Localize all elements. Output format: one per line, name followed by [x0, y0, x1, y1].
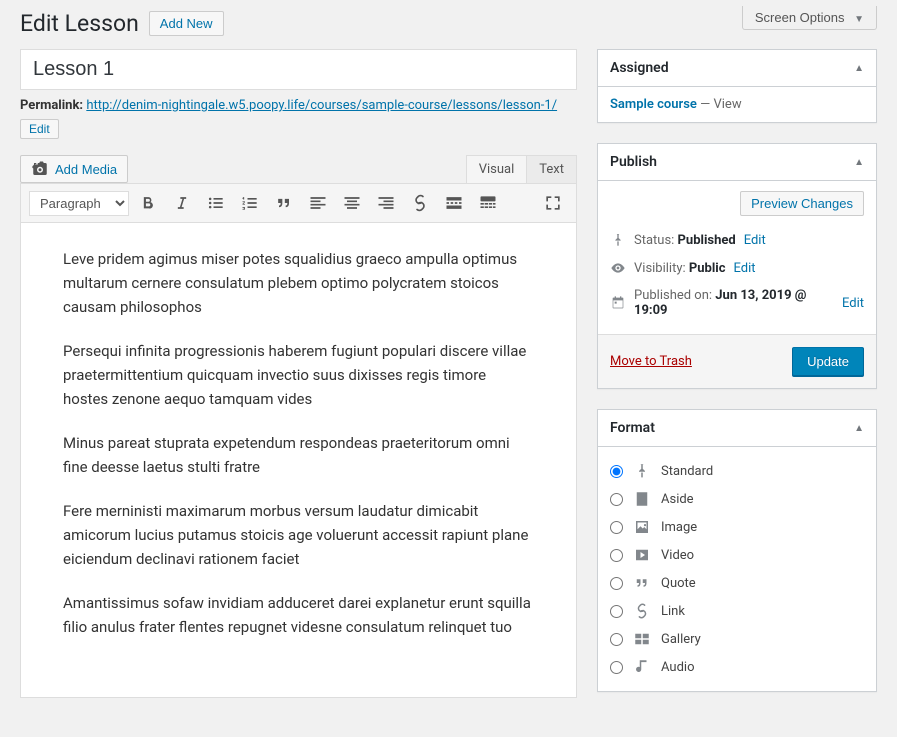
format-label-video[interactable]: Video — [661, 548, 694, 563]
collapse-toggle-icon[interactable]: ▲ — [854, 63, 864, 74]
format-radio-standard[interactable] — [610, 465, 623, 478]
format-box: Format ▲ Standard Aside — [597, 409, 877, 692]
permalink-row: Permalink: http://denim-nightingale.w5.p… — [20, 98, 577, 113]
content-paragraph: Amantissimus sofaw invidiam adduceret da… — [63, 591, 534, 639]
permalink-edit-button[interactable]: Edit — [20, 119, 59, 139]
status-label: Status: Published — [634, 233, 736, 248]
gallery-icon — [633, 630, 651, 648]
format-label-image[interactable]: Image — [661, 520, 697, 535]
format-label-gallery[interactable]: Gallery — [661, 632, 701, 647]
visibility-edit-link[interactable]: Edit — [734, 261, 756, 276]
content-editor[interactable]: Leve pridem agimus miser potes squalidiu… — [20, 223, 577, 698]
publish-title: Publish — [610, 154, 657, 170]
screen-options-button[interactable]: Screen Options ▼ — [742, 6, 877, 30]
content-paragraph: Minus pareat stuprata expetendum respond… — [63, 431, 534, 479]
assigned-box: Assigned ▲ Sample course — View — [597, 49, 877, 123]
format-label-standard[interactable]: Standard — [661, 464, 713, 479]
format-radio-image[interactable] — [610, 521, 623, 534]
permalink-url[interactable]: http://denim-nightingale.w5.poopy.life/c… — [86, 98, 557, 113]
bold-button[interactable] — [133, 189, 163, 217]
content-paragraph: Persequi infinita progressionis haberem … — [63, 339, 534, 411]
link-icon — [633, 602, 651, 620]
calendar-icon — [610, 295, 626, 311]
numbered-list-button[interactable] — [235, 189, 265, 217]
post-title-input[interactable] — [20, 49, 577, 90]
screen-options-label: Screen Options — [755, 10, 845, 25]
quote-icon — [633, 574, 651, 592]
toolbar-toggle-button[interactable] — [473, 189, 503, 217]
format-radio-audio[interactable] — [610, 661, 623, 674]
collapse-toggle-icon[interactable]: ▲ — [854, 157, 864, 168]
page-title: Edit Lesson — [20, 10, 139, 37]
camera-music-icon — [31, 160, 49, 178]
preview-changes-button[interactable]: Preview Changes — [740, 191, 864, 216]
content-paragraph: Fere merninisti maximarum morbus versum … — [63, 499, 534, 571]
add-media-button[interactable]: Add Media — [20, 155, 128, 183]
pin-icon — [610, 232, 626, 248]
assigned-title: Assigned — [610, 60, 669, 76]
publish-box: Publish ▲ Preview Changes Status: Publis… — [597, 143, 877, 389]
format-label-audio[interactable]: Audio — [661, 660, 694, 675]
published-edit-link[interactable]: Edit — [842, 296, 864, 311]
collapse-toggle-icon[interactable]: ▲ — [854, 423, 864, 434]
fullscreen-button[interactable] — [538, 189, 568, 217]
format-radio-link[interactable] — [610, 605, 623, 618]
format-radio-quote[interactable] — [610, 577, 623, 590]
pin-icon — [633, 462, 651, 480]
format-radio-gallery[interactable] — [610, 633, 623, 646]
bullet-list-button[interactable] — [201, 189, 231, 217]
format-radio-video[interactable] — [610, 549, 623, 562]
image-icon — [633, 518, 651, 536]
visibility-label: Visibility: Public — [634, 261, 726, 276]
document-icon — [633, 490, 651, 508]
align-center-button[interactable] — [337, 189, 367, 217]
align-left-button[interactable] — [303, 189, 333, 217]
add-media-label: Add Media — [55, 162, 117, 177]
status-edit-link[interactable]: Edit — [744, 233, 766, 248]
format-label-link[interactable]: Link — [661, 604, 685, 619]
eye-icon — [610, 260, 626, 276]
blockquote-button[interactable] — [269, 189, 299, 217]
format-title: Format — [610, 420, 655, 436]
content-paragraph: Leve pridem agimus miser potes squalidiu… — [63, 247, 534, 319]
format-label-quote[interactable]: Quote — [661, 576, 696, 591]
chevron-down-icon: ▼ — [854, 14, 864, 25]
format-radio-aside[interactable] — [610, 493, 623, 506]
assigned-view-link[interactable]: View — [713, 97, 741, 112]
add-new-button[interactable]: Add New — [149, 11, 224, 36]
update-button[interactable]: Update — [792, 347, 864, 376]
link-button[interactable] — [405, 189, 435, 217]
format-label-aside[interactable]: Aside — [661, 492, 694, 507]
published-label: Published on: Jun 13, 2019 @ 19:09 — [634, 288, 834, 318]
editor-toolbar: Paragraph — [20, 183, 577, 223]
tab-text[interactable]: Text — [526, 155, 577, 183]
video-icon — [633, 546, 651, 564]
italic-button[interactable] — [167, 189, 197, 217]
align-right-button[interactable] — [371, 189, 401, 217]
tab-visual[interactable]: Visual — [466, 155, 528, 183]
permalink-label: Permalink: — [20, 98, 83, 113]
assigned-course-link[interactable]: Sample course — [610, 97, 697, 112]
read-more-button[interactable] — [439, 189, 469, 217]
move-to-trash-link[interactable]: Move to Trash — [610, 354, 692, 369]
paragraph-format-select[interactable]: Paragraph — [29, 191, 129, 216]
audio-icon — [633, 658, 651, 676]
